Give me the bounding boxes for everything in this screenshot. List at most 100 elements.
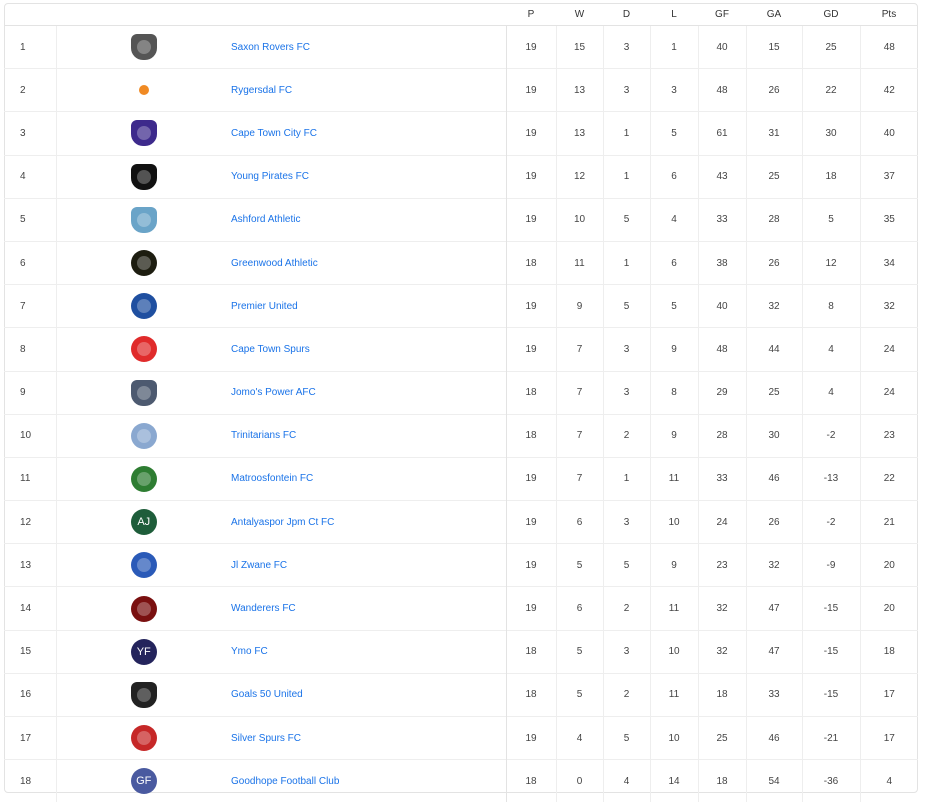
table-row: 14 Wanderers FC 19 6 2 11 32 47 -15 20 [4, 586, 918, 631]
table-row: 11 Matroosfontein FC 19 7 1 11 33 46 -13 22 [4, 456, 918, 501]
team-link[interactable]: Goodhope Football Club [231, 776, 339, 787]
table-row: 15 YF Ymo FC 18 5 3 10 32 47 -15 18 [4, 629, 918, 674]
header-goals-against[interactable]: GA [746, 3, 802, 26]
team-logo-icon[interactable]: AJ [130, 509, 157, 536]
team-cell: Jomo's Power AFC [231, 370, 506, 415]
team-link[interactable]: Wanderers FC [231, 603, 296, 614]
team-logo-icon[interactable] [130, 552, 157, 579]
goal-difference-cell: 4 [801, 370, 860, 415]
goals-for-cell: 25 [697, 715, 746, 760]
played-cell: 19 [505, 327, 556, 371]
goals-against-cell: 28 [745, 197, 802, 242]
team-logo-icon[interactable]: YF [130, 638, 157, 665]
goal-difference-cell: 12 [801, 240, 860, 285]
team-link[interactable]: Ymo FC [231, 646, 268, 657]
team-link[interactable]: Rygersdal FC [231, 85, 292, 96]
drawn-cell: 3 [602, 500, 650, 544]
played-cell: 18 [505, 370, 556, 415]
team-link[interactable]: Matroosfontein FC [231, 473, 313, 484]
team-logo-icon[interactable] [130, 120, 157, 147]
table-row: 9 Jomo's Power AFC 18 7 3 8 29 25 4 24 [4, 370, 918, 415]
team-logo-icon[interactable] [130, 250, 157, 277]
played-cell: 19 [505, 543, 556, 587]
points-cell: 18 [859, 629, 918, 674]
lost-cell: 11 [649, 672, 698, 717]
goals-for-cell: 61 [697, 111, 746, 156]
position-cell: 17 [4, 715, 56, 760]
team-logo-icon[interactable] [130, 725, 157, 752]
goals-against-cell: 54 [745, 759, 802, 802]
team-link[interactable]: Ashford Athletic [231, 214, 300, 225]
points-cell: 22 [859, 456, 918, 501]
logo-cell [55, 586, 231, 631]
team-logo-icon[interactable]: GF [130, 768, 157, 795]
drawn-cell: 2 [602, 672, 650, 717]
drawn-cell: 2 [602, 413, 650, 458]
lost-cell: 8 [649, 370, 698, 415]
position-cell: 13 [4, 543, 56, 587]
team-link[interactable]: Cape Town Spurs [231, 344, 310, 355]
team-logo-icon[interactable] [130, 336, 157, 363]
points-cell: 20 [859, 543, 918, 587]
goals-against-cell: 15 [745, 25, 802, 69]
team-logo-icon[interactable] [130, 293, 157, 320]
team-logo-icon[interactable] [138, 85, 149, 96]
goals-for-cell: 48 [697, 68, 746, 112]
played-cell: 19 [505, 715, 556, 760]
won-cell: 0 [555, 759, 603, 802]
team-logo-icon[interactable] [130, 379, 157, 406]
team-logo-icon[interactable] [130, 681, 157, 708]
header-played[interactable]: P [506, 3, 556, 26]
team-link[interactable]: Cape Town City FC [231, 128, 317, 139]
team-logo-icon[interactable] [130, 595, 157, 622]
table-row: 1 Saxon Rovers FC 19 15 3 1 40 15 25 48 [4, 25, 918, 69]
team-link[interactable]: Young Pirates FC [231, 171, 309, 182]
lost-cell: 9 [649, 413, 698, 458]
played-cell: 18 [505, 629, 556, 674]
goals-against-cell: 32 [745, 543, 802, 587]
header-team [231, 3, 506, 26]
header-goal-difference[interactable]: GD [802, 3, 860, 26]
team-link[interactable]: Jomo's Power AFC [231, 387, 316, 398]
goals-against-cell: 26 [745, 500, 802, 544]
team-logo-icon[interactable] [130, 206, 157, 233]
header-row: P W D L GF GA GD Pts [4, 3, 918, 26]
team-link[interactable]: Jl Zwane FC [231, 560, 287, 571]
team-cell: Premier United [231, 284, 506, 328]
logo-cell [55, 456, 231, 501]
team-logo-icon[interactable] [130, 34, 157, 61]
team-logo-icon[interactable] [130, 422, 157, 449]
points-cell: 48 [859, 25, 918, 69]
table-row: 16 Goals 50 United 18 5 2 11 18 33 -15 17 [4, 672, 918, 717]
team-link[interactable]: Silver Spurs FC [231, 733, 301, 744]
drawn-cell: 5 [602, 543, 650, 587]
team-link[interactable]: Premier United [231, 301, 298, 312]
team-logo-icon[interactable] [130, 465, 157, 492]
header-points[interactable]: Pts [860, 3, 918, 26]
points-cell: 37 [859, 154, 918, 199]
played-cell: 19 [505, 25, 556, 69]
header-drawn[interactable]: D [603, 3, 650, 26]
header-goals-for[interactable]: GF [698, 3, 746, 26]
position-cell: 16 [4, 672, 56, 717]
drawn-cell: 3 [602, 25, 650, 69]
drawn-cell: 3 [602, 629, 650, 674]
team-link[interactable]: Trinitarians FC [231, 430, 296, 441]
team-link[interactable]: Saxon Rovers FC [231, 42, 310, 53]
team-link[interactable]: Antalyaspor Jpm Ct FC [231, 517, 334, 528]
position-cell: 9 [4, 370, 56, 415]
position-cell: 14 [4, 586, 56, 631]
team-cell: Ashford Athletic [231, 197, 506, 242]
goals-against-cell: 33 [745, 672, 802, 717]
goals-for-cell: 32 [697, 586, 746, 631]
header-lost[interactable]: L [650, 3, 698, 26]
points-cell: 23 [859, 413, 918, 458]
header-won[interactable]: W [556, 3, 603, 26]
goals-for-cell: 48 [697, 327, 746, 371]
team-link[interactable]: Greenwood Athletic [231, 258, 318, 269]
goal-difference-cell: -15 [801, 672, 860, 717]
goal-difference-cell: 30 [801, 111, 860, 156]
crest-emblem-icon [136, 558, 151, 573]
team-logo-icon[interactable] [130, 163, 157, 190]
team-link[interactable]: Goals 50 United [231, 689, 303, 700]
